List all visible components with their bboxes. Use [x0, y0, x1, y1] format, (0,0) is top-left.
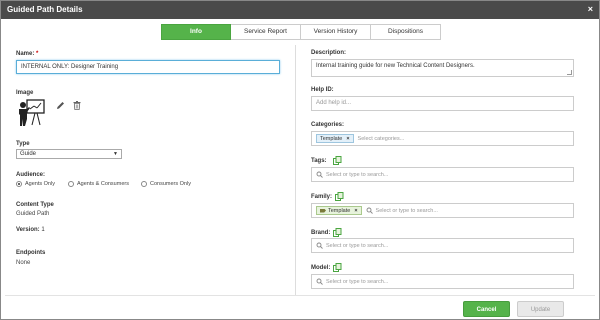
- tab-bar: Info Service Report Version History Disp…: [161, 24, 441, 40]
- footer-divider: [5, 295, 595, 296]
- name-label-text: Name:: [16, 51, 35, 57]
- categories-label: Categories:: [311, 122, 345, 128]
- family-tag: Template ×: [316, 206, 362, 215]
- categories-placeholder: Select categories...: [357, 135, 405, 142]
- tab-dispositions[interactable]: Dispositions: [371, 24, 441, 40]
- category-tag-label: Template: [320, 135, 343, 142]
- description-textarea[interactable]: Internal training guide for new Technica…: [311, 59, 574, 77]
- brand-placeholder: Select or type to search...: [326, 242, 389, 249]
- model-input[interactable]: Select or type to search...: [311, 274, 574, 289]
- version-label-text: Version:: [16, 227, 40, 233]
- brand-label: Brand:: [311, 230, 331, 236]
- family-label: Family:: [311, 194, 333, 200]
- description-label: Description:: [311, 50, 347, 56]
- copy-model-icon[interactable]: [333, 263, 342, 272]
- pencil-icon[interactable]: [56, 101, 65, 110]
- content-type-label: Content Type: [16, 202, 54, 208]
- help-id-label: Help ID:: [311, 87, 334, 93]
- search-icon: [316, 242, 323, 249]
- tags-input[interactable]: Select or type to search...: [311, 167, 574, 182]
- audience-option-label: Agents & Consumers: [77, 181, 129, 187]
- copy-family-icon[interactable]: [335, 192, 344, 201]
- update-button[interactable]: Update: [517, 301, 564, 317]
- remove-tag-icon[interactable]: ×: [354, 208, 357, 214]
- copy-tags-icon[interactable]: [333, 156, 342, 165]
- type-label: Type: [16, 141, 30, 147]
- type-select-value: Guide: [20, 151, 37, 157]
- audience-label: Audience:: [16, 172, 46, 178]
- version-value: 1: [41, 227, 45, 233]
- brand-input[interactable]: Select or type to search...: [311, 238, 574, 253]
- audience-agents-only[interactable]: Agents Only: [16, 181, 55, 187]
- search-icon: [316, 278, 323, 285]
- search-icon: [316, 171, 323, 178]
- categories-input[interactable]: Template × Select categories...: [311, 131, 574, 146]
- category-tag: Template ×: [316, 134, 354, 143]
- tab-version-history[interactable]: Version History: [301, 24, 371, 40]
- cancel-button[interactable]: Cancel: [463, 301, 510, 317]
- trash-icon[interactable]: [73, 101, 81, 110]
- description-text: Internal training guide for new Technica…: [316, 63, 475, 69]
- name-label: Name: *: [16, 51, 38, 57]
- guided-path-dialog: Guided Path Details × Info Service Repor…: [0, 0, 600, 320]
- audience-consumers-only[interactable]: Consumers Only: [141, 181, 191, 187]
- resize-handle-icon[interactable]: [567, 70, 572, 75]
- endpoints-value: None: [16, 260, 31, 266]
- model-label: Model:: [311, 265, 331, 271]
- content-type-value: Guided Path: [16, 211, 50, 217]
- family-input[interactable]: Template × Select or type to search...: [311, 203, 574, 218]
- search-icon: [366, 207, 373, 214]
- model-placeholder: Select or type to search...: [326, 278, 389, 285]
- close-icon[interactable]: ×: [588, 4, 593, 14]
- remove-tag-icon[interactable]: ×: [346, 136, 349, 142]
- radio-icon: [68, 181, 74, 187]
- copy-brand-icon[interactable]: [333, 228, 342, 237]
- required-marker: *: [36, 51, 39, 57]
- radio-icon: [141, 181, 147, 187]
- audience-option-label: Agents Only: [25, 181, 55, 187]
- column-divider: [295, 45, 296, 295]
- tags-placeholder: Select or type to search...: [326, 171, 389, 178]
- tab-info[interactable]: Info: [161, 24, 231, 40]
- endpoints-label: Endpoints: [16, 250, 46, 256]
- name-input[interactable]: INTERNAL ONLY: Designer Training: [16, 60, 280, 74]
- family-tag-label: Template: [328, 207, 351, 214]
- presenter-image: [16, 97, 46, 127]
- type-select[interactable]: Guide ▼: [16, 149, 122, 159]
- radio-selected-icon: [16, 181, 22, 187]
- audience-option-label: Consumers Only: [150, 181, 191, 187]
- dialog-title: Guided Path Details: [7, 5, 83, 14]
- help-id-placeholder: Add help id...: [316, 100, 352, 106]
- title-bar: Guided Path Details ×: [1, 1, 599, 19]
- tags-label: Tags:: [311, 158, 327, 164]
- version-label: Version: 1: [16, 227, 45, 233]
- help-id-input[interactable]: Add help id...: [311, 96, 574, 111]
- family-placeholder: Select or type to search...: [375, 207, 438, 214]
- image-label: Image: [16, 90, 34, 96]
- dropdown-arrow-icon: ▼: [113, 151, 118, 157]
- tab-service-report[interactable]: Service Report: [231, 24, 301, 40]
- audience-agents-consumers[interactable]: Agents & Consumers: [68, 181, 129, 187]
- tag-icon: [320, 208, 326, 213]
